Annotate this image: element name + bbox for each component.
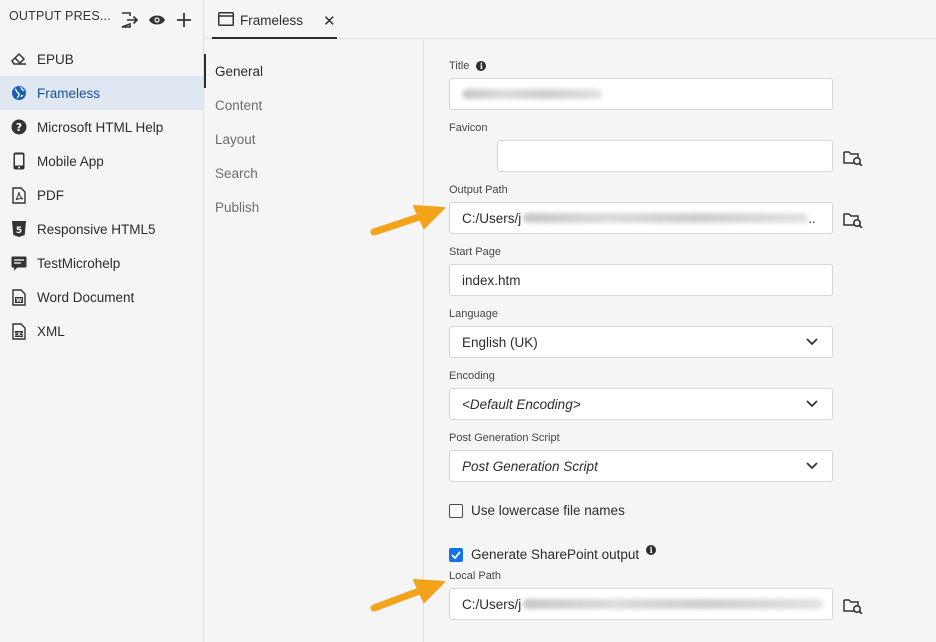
help-circle-icon: ? bbox=[10, 118, 28, 136]
local-path-label: Local Path bbox=[449, 570, 501, 582]
preset-item-word-document[interactable]: W Word Document bbox=[0, 280, 203, 314]
title-label: Title i bbox=[449, 60, 487, 72]
encoding-select[interactable]: <Default Encoding> bbox=[449, 388, 833, 420]
local-path-input[interactable]: C:/Users/j bbox=[449, 588, 833, 620]
chevron-down-icon bbox=[806, 338, 820, 346]
preset-label: EPUB bbox=[37, 51, 74, 67]
title-input[interactable] bbox=[449, 78, 833, 110]
microhelp-icon bbox=[10, 254, 28, 272]
export-icon[interactable] bbox=[119, 9, 141, 31]
browse-folder-icon[interactable] bbox=[842, 594, 864, 616]
eraser-icon bbox=[10, 50, 28, 68]
xml-file-icon: <X> bbox=[10, 322, 28, 340]
preset-label: TestMicrohelp bbox=[37, 255, 121, 271]
local-path-value: C:/Users/j bbox=[462, 596, 522, 612]
output-presets-panel: OUTPUT PRES... EPUB Frameless ? Microsof… bbox=[0, 0, 204, 642]
preset-item-pdf[interactable]: PDF bbox=[0, 178, 203, 212]
redacted-text bbox=[523, 599, 824, 609]
svg-text:<X>: <X> bbox=[13, 332, 25, 338]
preset-item-responsive-html5[interactable]: 5 Responsive HTML5 bbox=[0, 212, 203, 246]
preset-item-epub[interactable]: EPUB bbox=[0, 42, 203, 76]
window-icon bbox=[218, 12, 234, 29]
preset-label: XML bbox=[37, 323, 65, 339]
redacted-text bbox=[462, 89, 602, 99]
settings-nav: General Content Layout Search Publish bbox=[204, 40, 424, 642]
preset-label: Word Document bbox=[37, 289, 135, 305]
svg-text:5: 5 bbox=[16, 226, 22, 236]
html5-icon: 5 bbox=[10, 220, 28, 238]
lowercase-label: Use lowercase file names bbox=[471, 503, 625, 518]
checkmark-icon bbox=[451, 550, 461, 559]
language-value: English (UK) bbox=[462, 334, 538, 350]
output-path-ellipsis: .. bbox=[808, 210, 816, 226]
preset-list: EPUB Frameless ? Microsoft HTML Help Mob… bbox=[0, 42, 203, 348]
globe-icon bbox=[10, 84, 28, 102]
preset-item-frameless[interactable]: Frameless bbox=[0, 76, 203, 110]
tab-frameless[interactable]: Frameless ✕ bbox=[212, 4, 337, 39]
start-page-label: Start Page bbox=[449, 246, 501, 258]
browse-folder-icon[interactable] bbox=[842, 208, 864, 230]
favicon-input[interactable] bbox=[497, 140, 833, 172]
svg-text:W: W bbox=[16, 298, 22, 304]
pdf-file-icon bbox=[10, 186, 28, 204]
info-icon[interactable]: i bbox=[646, 544, 657, 555]
sharepoint-checkbox[interactable] bbox=[449, 547, 463, 562]
sharepoint-label: Generate SharePoint output bbox=[471, 547, 640, 562]
favicon-label: Favicon bbox=[449, 122, 488, 134]
language-select[interactable]: English (UK) bbox=[449, 326, 833, 358]
output-presets-title: OUTPUT PRES... bbox=[9, 9, 111, 23]
tab-label: Frameless bbox=[240, 13, 304, 28]
lowercase-checkbox-row[interactable]: Use lowercase file names bbox=[449, 503, 625, 518]
title-label-text: Title bbox=[449, 60, 470, 72]
general-settings-form: Title i Favicon Output Path C:/Users/j .… bbox=[424, 40, 936, 642]
preset-label: Mobile App bbox=[37, 153, 104, 169]
preset-label: Responsive HTML5 bbox=[37, 221, 156, 237]
preset-label: Frameless bbox=[37, 85, 101, 101]
output-path-input[interactable]: C:/Users/j .. bbox=[449, 202, 833, 234]
nav-item-search[interactable]: Search bbox=[204, 156, 423, 190]
sharepoint-checkbox-row[interactable]: Generate SharePoint output i bbox=[449, 544, 657, 562]
start-page-value: index.htm bbox=[462, 272, 521, 288]
language-label: Language bbox=[449, 308, 498, 320]
browse-folder-icon[interactable] bbox=[842, 146, 864, 168]
eye-icon[interactable] bbox=[146, 9, 168, 31]
chevron-down-icon bbox=[806, 400, 820, 408]
mobile-phone-icon bbox=[10, 152, 28, 170]
nav-item-content[interactable]: Content bbox=[204, 88, 423, 122]
chevron-down-icon bbox=[806, 462, 820, 470]
add-icon[interactable] bbox=[173, 9, 195, 31]
nav-item-layout[interactable]: Layout bbox=[204, 122, 423, 156]
tab-strip: Frameless ✕ bbox=[204, 0, 936, 39]
encoding-value: <Default Encoding> bbox=[462, 396, 581, 412]
preset-item-microsoft-html-help[interactable]: ? Microsoft HTML Help bbox=[0, 110, 203, 144]
nav-item-general[interactable]: General bbox=[204, 54, 423, 88]
redacted-text bbox=[523, 213, 809, 223]
output-presets-header: OUTPUT PRES... bbox=[0, 0, 203, 40]
start-page-input[interactable]: index.htm bbox=[449, 264, 833, 296]
preset-label: PDF bbox=[37, 187, 64, 203]
encoding-label: Encoding bbox=[449, 370, 495, 382]
svg-text:?: ? bbox=[16, 121, 22, 134]
output-path-value: C:/Users/j bbox=[462, 210, 522, 226]
preset-item-mobile-app[interactable]: Mobile App bbox=[0, 144, 203, 178]
preset-label: Microsoft HTML Help bbox=[37, 119, 164, 135]
post-script-value: Post Generation Script bbox=[462, 458, 598, 474]
preset-item-testmicrohelp[interactable]: TestMicrohelp bbox=[0, 246, 203, 280]
info-icon[interactable]: i bbox=[476, 61, 487, 71]
lowercase-checkbox[interactable] bbox=[449, 503, 463, 518]
close-icon[interactable]: ✕ bbox=[323, 12, 336, 30]
word-doc-icon: W bbox=[10, 288, 28, 306]
output-path-label: Output Path bbox=[449, 184, 508, 196]
preset-item-xml[interactable]: <X> XML bbox=[0, 314, 203, 348]
post-script-select[interactable]: Post Generation Script bbox=[449, 450, 833, 482]
nav-item-publish[interactable]: Publish bbox=[204, 190, 423, 224]
post-script-label: Post Generation Script bbox=[449, 432, 560, 444]
